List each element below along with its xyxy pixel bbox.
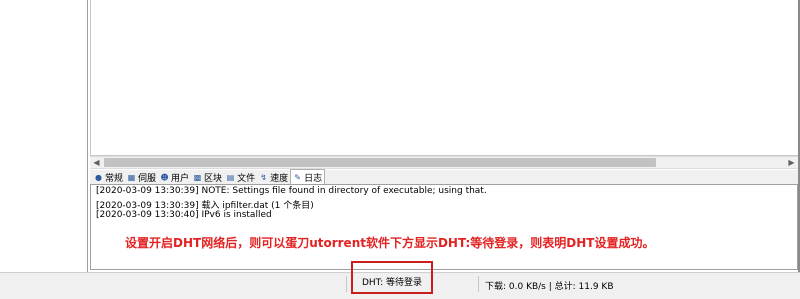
app-window: ◀ ▶ ● 常规 ▦ 伺服 ☻ 用户 ▩ 区块 ▤ 文件 ↯ 速度 ✎ 日志 […	[0, 0, 800, 299]
tab-label: 日志	[304, 173, 323, 184]
tab-label: 速度	[270, 174, 289, 184]
torrent-list[interactable]	[90, 0, 798, 156]
annotation-text: 设置开启DHT网络后，则可以蛋刀utorrent软件下方显示DHT:等待登录，则…	[125, 236, 655, 250]
tab-label: 常规	[105, 174, 124, 184]
status-divider	[478, 276, 479, 292]
log-panel[interactable]: [2020-03-09 13:30:39] NOTE: Settings fil…	[90, 184, 798, 270]
speed-icon: ↯	[260, 173, 267, 182]
tab-pieces[interactable]: ▩ 区块	[191, 171, 224, 184]
transfer-speed-status: 下载: 0.0 KB/s | 总计: 11.9 KB	[485, 282, 614, 292]
scroll-left-arrow-icon[interactable]: ◀	[90, 157, 103, 168]
tab-logger[interactable]: ✎ 日志	[290, 169, 326, 184]
log-icon: ✎	[294, 172, 301, 182]
tab-label: 文件	[237, 174, 256, 184]
tab-label: 区块	[204, 174, 223, 184]
tab-label: 伺服	[138, 174, 157, 184]
users-icon: ☻	[160, 173, 169, 182]
tab-files[interactable]: ▤ 文件	[224, 171, 257, 184]
server-icon: ▦	[127, 173, 136, 182]
status-divider	[346, 276, 347, 292]
detail-tabs: ● 常规 ▦ 伺服 ☻ 用户 ▩ 区块 ▤ 文件 ↯ 速度 ✎ 日志	[90, 169, 798, 184]
tab-peers[interactable]: ☻ 用户	[158, 171, 191, 184]
scrollbar-thumb[interactable]	[104, 158, 656, 167]
category-sidebar[interactable]	[0, 0, 88, 272]
log-line: [2020-03-09 13:30:40] IPv6 is installed	[96, 210, 272, 220]
tab-speed[interactable]: ↯ 速度	[257, 171, 290, 184]
tab-general[interactable]: ● 常规	[92, 171, 125, 184]
scroll-right-arrow-icon[interactable]: ▶	[785, 157, 798, 168]
dht-status: DHT: 等待登录	[361, 278, 423, 288]
horizontal-scrollbar[interactable]: ◀ ▶	[90, 156, 798, 169]
blocks-icon: ▩	[193, 173, 202, 182]
log-line: [2020-03-09 13:30:39] NOTE: Settings fil…	[96, 186, 487, 196]
tab-trackers[interactable]: ▦ 伺服	[125, 171, 158, 184]
files-icon: ▤	[226, 173, 235, 182]
tab-label: 用户	[171, 174, 190, 184]
dht-status-highlight[interactable]: DHT: 等待登录	[351, 261, 433, 294]
info-icon: ●	[95, 173, 102, 182]
